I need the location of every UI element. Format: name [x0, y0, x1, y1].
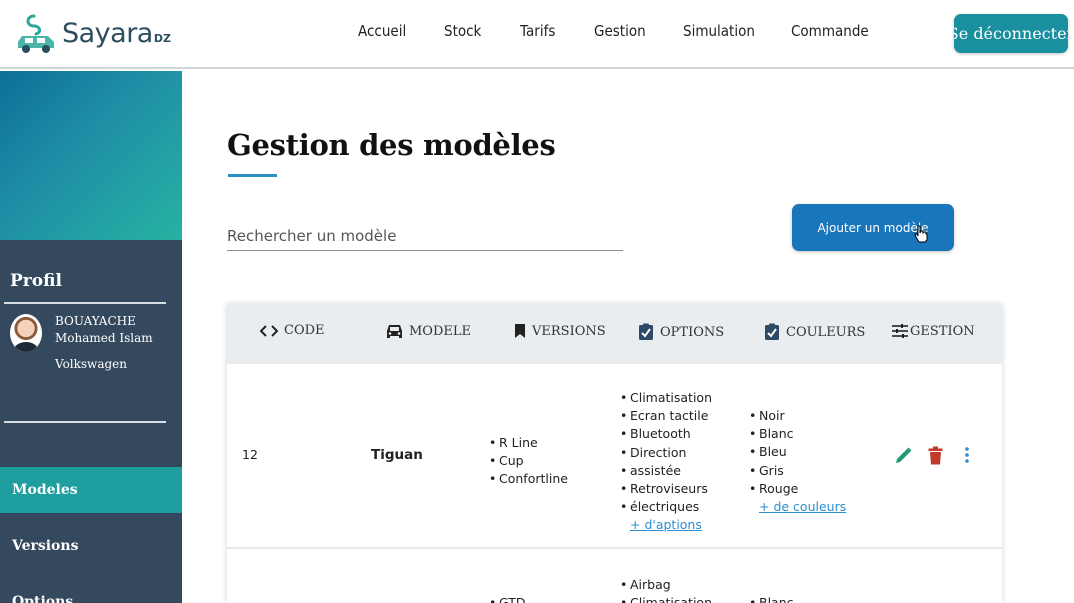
list-item: Bleu — [749, 443, 846, 461]
list-item: Climatisation — [620, 389, 712, 407]
brand-suffix: DZ — [153, 31, 171, 45]
list-item: Gris — [749, 462, 846, 480]
table-header: CODE MODELE VERSIONS OPTIONS COULEURS GE… — [227, 303, 1002, 364]
list-item: GTD — [489, 594, 526, 603]
sidebar-item-label: Versions — [12, 538, 79, 554]
profile-first-name: Mohamed Islam — [55, 331, 153, 345]
nav-tarifs[interactable]: Tarifs — [520, 22, 555, 40]
list-item: Cup — [489, 452, 568, 470]
cell-versions: GTD — [489, 594, 526, 603]
sayara-logo[interactable]: Sayara DZ — [16, 12, 171, 54]
car-icon — [387, 325, 402, 338]
list-item: Rouge — [749, 480, 846, 498]
nav-commande[interactable]: Commande — [791, 22, 869, 40]
cell-couleurs: Noir Blanc Bleu Gris Rouge + de couleurs — [749, 407, 846, 516]
sidebar-item-versions[interactable]: Versions — [0, 523, 182, 569]
header-couleurs[interactable]: COULEURS — [764, 323, 865, 341]
list-item: Retroviseurs — [620, 480, 712, 498]
profile-brand: Volkswagen — [55, 357, 127, 371]
car-plug-icon — [18, 14, 54, 53]
header-label: COULEURS — [786, 324, 866, 340]
header-code[interactable]: CODE — [260, 323, 325, 338]
sliders-icon — [892, 324, 908, 338]
hand-cursor-icon — [914, 225, 928, 243]
top-navbar: Sayara DZ Accueil Stock Tarifs Gestion S… — [0, 0, 1074, 69]
nav-stock[interactable]: Stock — [444, 22, 481, 40]
header-label: GESTION — [910, 323, 975, 339]
sidebar-item-modeles[interactable]: Modeles — [0, 467, 182, 513]
page-title: Gestion des modèles — [227, 128, 556, 162]
sidebar-item-label: Modeles — [12, 482, 78, 498]
cell-options: Climatisation Ecran tactile Bluetooth Di… — [620, 389, 712, 535]
add-model-button[interactable]: Ajouter un modèle — [792, 204, 954, 251]
title-underline — [228, 174, 277, 177]
logout-button[interactable]: Se déconnecter — [954, 14, 1068, 53]
list-item: R Line — [489, 434, 568, 452]
clipboard-check-icon — [639, 323, 653, 340]
bookmark-icon — [515, 324, 525, 338]
list-item: électriques — [620, 498, 712, 516]
nav-gestion[interactable]: Gestion — [594, 22, 646, 40]
profile-last-name: BOUAYACHE — [55, 314, 136, 328]
list-item: Blanc — [749, 425, 846, 443]
list-item: assistée — [620, 462, 712, 480]
more-vertical-icon[interactable] — [964, 446, 970, 464]
header-modele[interactable]: MODELE — [386, 323, 471, 339]
header-options[interactable]: OPTIONS — [638, 323, 724, 341]
avatar — [10, 314, 42, 352]
header-label: CODE — [284, 323, 325, 338]
sidebar-banner — [0, 71, 182, 240]
header-label: VERSIONS — [532, 323, 606, 339]
edit-pencil-icon[interactable] — [895, 447, 912, 464]
brand-name: Sayara — [62, 17, 153, 49]
table-row: 12 Tiguan R Line Cup Confortline Climati… — [227, 364, 1002, 549]
list-item: Direction — [620, 444, 712, 462]
sidebar: Profil BOUAYACHE Mohamed Islam Volkswage… — [0, 71, 182, 603]
cell-modele: Tiguan — [371, 447, 423, 463]
list-item: Blanc — [749, 594, 794, 603]
header-label: OPTIONS — [660, 324, 725, 340]
more-colors-link[interactable]: + de couleurs — [749, 498, 846, 516]
nav-accueil[interactable]: Accueil — [358, 22, 406, 40]
list-item: Airbag — [620, 576, 712, 594]
sidebar-item-label: Options — [12, 594, 74, 603]
models-table: CODE MODELE VERSIONS OPTIONS COULEURS GE… — [227, 303, 1002, 603]
table-row: GTD Airbag Climatisation Blanc — [227, 550, 1002, 603]
list-item: Confortline — [489, 470, 568, 488]
cell-versions: R Line Cup Confortline — [489, 434, 568, 489]
header-gestion[interactable]: GESTION — [891, 323, 975, 339]
header-versions[interactable]: VERSIONS — [514, 323, 606, 339]
search-input[interactable] — [227, 222, 623, 251]
list-item: Bluetooth — [620, 425, 712, 443]
sidebar-item-options[interactable]: Options — [0, 579, 182, 603]
divider — [4, 421, 166, 423]
nav-simulation[interactable]: Simulation — [683, 22, 755, 40]
header-label: MODELE — [409, 323, 472, 339]
list-item: Ecran tactile — [620, 407, 712, 425]
delete-trash-icon[interactable] — [928, 446, 943, 465]
clipboard-check-icon — [765, 323, 779, 340]
profile-title: Profil — [10, 271, 62, 291]
divider — [4, 302, 166, 304]
code-icon — [260, 324, 278, 337]
cell-code: 12 — [242, 447, 258, 462]
list-item: Climatisation — [620, 594, 712, 603]
cell-options: Airbag Climatisation — [620, 576, 712, 603]
cell-couleurs: Blanc — [749, 594, 794, 603]
more-options-link[interactable]: + d'aptions — [620, 516, 712, 534]
list-item: Noir — [749, 407, 846, 425]
